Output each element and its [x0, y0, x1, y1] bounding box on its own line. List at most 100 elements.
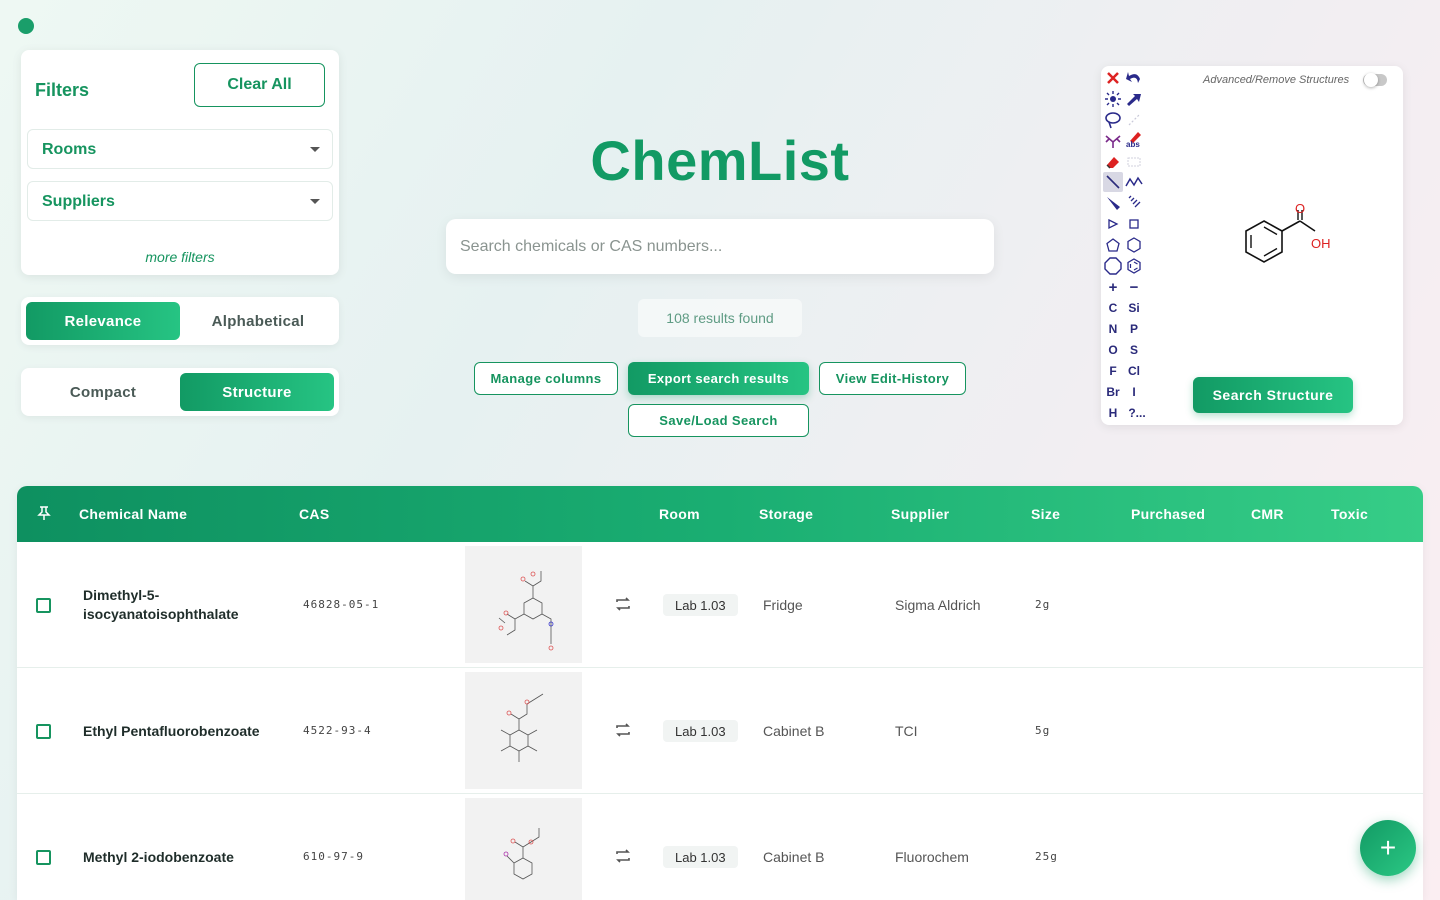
- sort-toggle: Relevance Alphabetical: [21, 297, 339, 345]
- more-filters-link[interactable]: more filters: [21, 249, 339, 265]
- supplier-cell: Fluorochem: [895, 849, 969, 865]
- triangle-icon[interactable]: [1103, 214, 1123, 234]
- table-row[interactable]: Ethyl Pentafluorobenzoate 4522-93-4 Lab …: [17, 668, 1423, 794]
- square-icon[interactable]: [1124, 214, 1144, 234]
- benzoic-acid-structure[interactable]: O OH: [1231, 196, 1351, 286]
- storage-cell: Cabinet B: [763, 723, 825, 739]
- element-s-button[interactable]: S: [1124, 340, 1144, 360]
- export-results-button[interactable]: Export search results: [628, 362, 809, 395]
- suppliers-dropdown[interactable]: Suppliers: [27, 181, 333, 221]
- storage-cell: Fridge: [763, 597, 803, 613]
- search-input[interactable]: [446, 219, 994, 274]
- wedge-bond-icon[interactable]: [1103, 193, 1123, 213]
- chemical-name: Methyl 2-iodobenzoate: [83, 849, 234, 865]
- swap-icon[interactable]: [615, 848, 631, 869]
- pentagon-icon[interactable]: [1103, 235, 1123, 255]
- abs-icon[interactable]: abs: [1124, 129, 1144, 149]
- size-cell: 5g: [1035, 724, 1051, 737]
- element-si-button[interactable]: Si: [1124, 298, 1144, 318]
- lasso-icon[interactable]: [1103, 110, 1123, 130]
- header-storage[interactable]: Storage: [759, 506, 813, 522]
- editor-toolbar: abs + − C Si N P O S F Cl Br I H ?...: [1101, 66, 1147, 425]
- hash-bond-icon[interactable]: [1124, 193, 1144, 213]
- element-cl-button[interactable]: Cl: [1124, 361, 1144, 381]
- plus-icon: +: [1379, 832, 1397, 863]
- undo-icon[interactable]: [1124, 68, 1144, 88]
- zoom-icon: [1124, 110, 1144, 130]
- size-cell: 25g: [1035, 850, 1058, 863]
- cas-number: 610-97-9: [303, 850, 364, 863]
- redo-icon[interactable]: [1124, 89, 1144, 109]
- filters-title: Filters: [35, 80, 90, 100]
- advanced-structures-label: Advanced/Remove Structures: [1203, 74, 1350, 86]
- oxygen-label: O: [1295, 201, 1305, 216]
- view-compact-option[interactable]: Compact: [26, 373, 180, 411]
- row-checkbox[interactable]: [36, 724, 51, 739]
- structure-thumbnail[interactable]: [465, 672, 582, 789]
- hexagon-icon[interactable]: [1124, 235, 1144, 255]
- header-supplier[interactable]: Supplier: [891, 506, 949, 522]
- advanced-structures-toggle[interactable]: [1363, 73, 1387, 87]
- eraser-icon[interactable]: [1103, 152, 1123, 172]
- supplier-cell: TCI: [895, 723, 918, 739]
- select-all-icon[interactable]: [1103, 89, 1123, 109]
- octagon-icon[interactable]: [1103, 256, 1123, 276]
- structure-thumbnail[interactable]: [465, 546, 582, 663]
- element-i-button[interactable]: I: [1124, 382, 1144, 402]
- hydroxyl-label: OH: [1311, 236, 1331, 251]
- element-p-button[interactable]: P: [1124, 319, 1144, 339]
- table-row[interactable]: Dimethyl-5-isocyanatoisophthalate 46828-…: [17, 542, 1423, 668]
- cas-number: 4522-93-4: [303, 724, 372, 737]
- header-purchased[interactable]: Purchased: [1131, 506, 1205, 522]
- element-n-button[interactable]: N: [1103, 319, 1123, 339]
- search-structure-button[interactable]: Search Structure: [1193, 377, 1353, 413]
- element-o-button[interactable]: O: [1103, 340, 1123, 360]
- structure-thumbnail[interactable]: [465, 798, 582, 900]
- clear-canvas-icon[interactable]: [1103, 68, 1123, 88]
- table-header: Chemical Name CAS Room Storage Supplier …: [17, 486, 1423, 542]
- flip-icon[interactable]: [1103, 131, 1123, 151]
- size-cell: 2g: [1035, 598, 1051, 611]
- status-dot-icon: [18, 18, 34, 34]
- header-cas[interactable]: CAS: [299, 506, 329, 522]
- view-structure-option[interactable]: Structure: [180, 373, 334, 411]
- pin-icon[interactable]: [37, 505, 51, 526]
- header-size[interactable]: Size: [1031, 506, 1060, 522]
- header-chemical-name[interactable]: Chemical Name: [79, 506, 187, 522]
- row-checkbox[interactable]: [36, 598, 51, 613]
- manage-columns-button[interactable]: Manage columns: [474, 362, 618, 395]
- benzene-icon[interactable]: [1124, 256, 1144, 276]
- rooms-dropdown[interactable]: Rooms: [27, 129, 333, 169]
- view-edit-history-button[interactable]: View Edit-History: [819, 362, 966, 395]
- table-row[interactable]: Methyl 2-iodobenzoate 610-97-9 Lab 1.03 …: [17, 794, 1423, 900]
- element-f-button[interactable]: F: [1103, 361, 1123, 381]
- plus-charge-icon[interactable]: +: [1103, 277, 1123, 297]
- chemical-name: Dimethyl-5-isocyanatoisophthalate: [83, 587, 239, 622]
- chain-icon[interactable]: [1124, 172, 1144, 192]
- add-chemical-button[interactable]: +: [1360, 820, 1416, 876]
- results-count: 108 results found: [638, 299, 802, 337]
- header-room[interactable]: Room: [659, 506, 700, 522]
- abs-label: abs: [1126, 140, 1140, 149]
- element-more-button[interactable]: ?...: [1127, 403, 1147, 423]
- app-title: ChemList: [590, 129, 850, 192]
- minus-charge-icon[interactable]: −: [1124, 277, 1144, 297]
- clear-all-button[interactable]: Clear All: [194, 63, 325, 107]
- storage-cell: Cabinet B: [763, 849, 825, 865]
- sort-relevance-option[interactable]: Relevance: [26, 302, 180, 340]
- element-h-button[interactable]: H: [1103, 403, 1123, 423]
- element-br-button[interactable]: Br: [1103, 382, 1123, 402]
- save-load-search-button[interactable]: Save/Load Search: [628, 404, 809, 437]
- row-checkbox[interactable]: [36, 850, 51, 865]
- swap-icon[interactable]: [615, 596, 631, 617]
- header-toxic[interactable]: Toxic: [1331, 506, 1368, 522]
- chemical-name: Ethyl Pentafluorobenzoate: [83, 723, 260, 739]
- sort-alphabetical-option[interactable]: Alphabetical: [181, 302, 335, 340]
- view-toggle: Compact Structure: [21, 368, 339, 416]
- single-bond-icon[interactable]: [1103, 172, 1123, 192]
- swap-icon[interactable]: [615, 722, 631, 743]
- filters-panel: Filters Clear All Rooms Suppliers more f…: [21, 50, 339, 275]
- header-cmr[interactable]: CMR: [1251, 506, 1284, 522]
- element-c-button[interactable]: C: [1103, 298, 1123, 318]
- structure-editor: abs + − C Si N P O S F Cl Br I H ?... Ad…: [1101, 66, 1403, 425]
